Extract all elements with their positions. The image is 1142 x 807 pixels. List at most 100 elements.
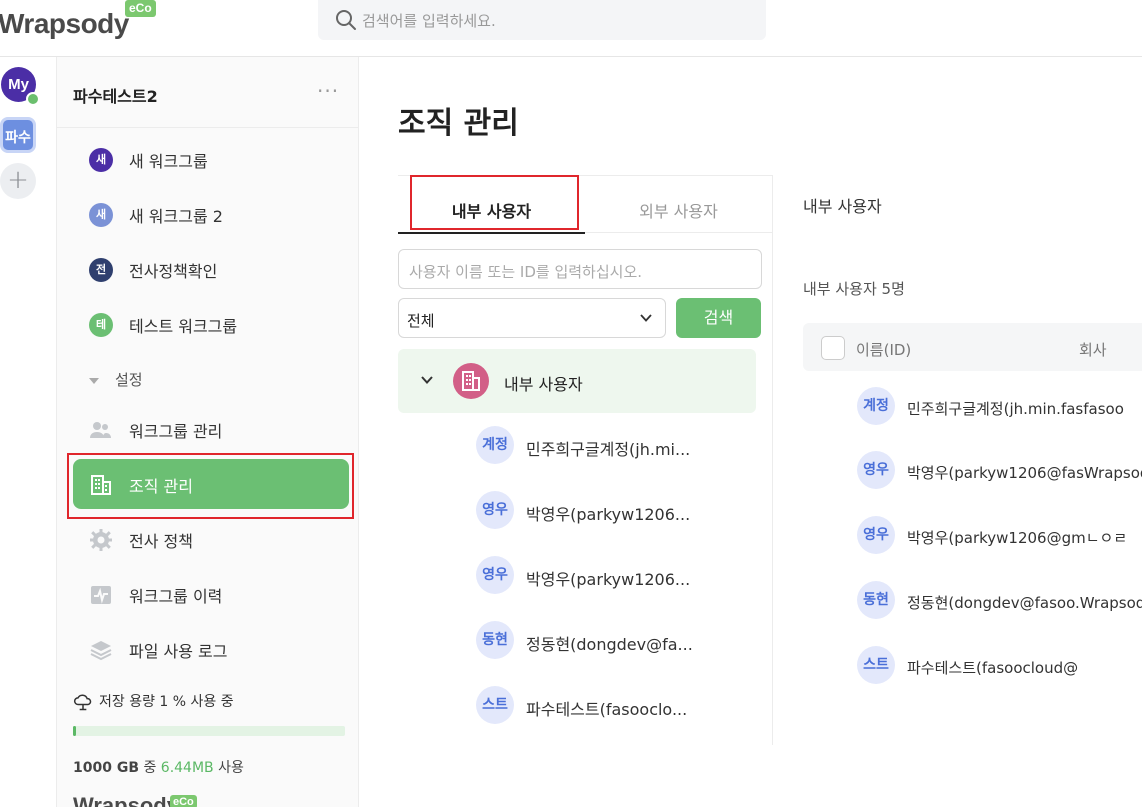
avatar: 스트 bbox=[857, 646, 895, 684]
global-search[interactable]: 검색어를 입력하세요. bbox=[318, 0, 766, 40]
storage-usage-detail: 1000 GB 중 6.44MB 사용 bbox=[73, 757, 244, 777]
logo-badge: eCo bbox=[125, 0, 156, 17]
sidebar-item-file-usage-log[interactable]: 파일 사용 로그 bbox=[73, 624, 349, 674]
workspace-button[interactable]: 파수 bbox=[0, 117, 36, 153]
org-tree-root-label: 내부 사용자 bbox=[504, 375, 583, 394]
column-header-company[interactable]: 회사 bbox=[1079, 339, 1107, 360]
storage-suffix: 사용 bbox=[213, 760, 244, 776]
user-name: 정동현(dongdev@fasoo.Wrapsod bbox=[907, 594, 1142, 612]
page-title: 조직 관리 bbox=[398, 106, 519, 141]
workgroup-badge: 전 bbox=[89, 258, 113, 282]
layers-icon bbox=[90, 641, 112, 661]
sidebar-item-company-policy[interactable]: 전사 정책 bbox=[73, 514, 349, 564]
footer-logo: Wrapsody bbox=[73, 793, 179, 807]
user-name: 박영우(parkyw1206@gmㄴㅇㄹ bbox=[907, 529, 1128, 547]
sidebar-item-label: 테스트 워크그룹 bbox=[129, 317, 238, 336]
avatar: 동현 bbox=[476, 621, 514, 659]
chevron-down-icon[interactable] bbox=[420, 373, 434, 387]
user-search-input[interactable]: 사용자 이름 또는 ID를 입력하십시오. bbox=[398, 249, 762, 289]
table-row[interactable]: 계정 민주희구글계정(jh.min.fasfasoo bbox=[857, 387, 1142, 427]
avatar: 영우 bbox=[857, 516, 895, 554]
workgroup-badge: 새 bbox=[89, 203, 113, 227]
sidebar-item-workgroup-management[interactable]: 워크그룹 관리 bbox=[73, 404, 349, 454]
activity-icon bbox=[91, 586, 111, 604]
panel-title: 내부 사용자 bbox=[803, 197, 882, 216]
column-header-name[interactable]: 이름(ID) bbox=[856, 339, 911, 360]
sidebar-item-workgroup-2[interactable]: 새 새 워크그룹 2 bbox=[73, 189, 349, 239]
top-bar: Wrapsody eCo 검색어를 입력하세요. bbox=[0, 0, 1142, 57]
sidebar-item-label: 워크그룹 이력 bbox=[129, 587, 223, 606]
user-name: 민주희구글계정(jh.min.fasfasoo bbox=[907, 400, 1124, 418]
sidebar-item-workgroup-history[interactable]: 워크그룹 이력 bbox=[73, 569, 349, 619]
logo-text: Wrapsody bbox=[0, 8, 129, 39]
search-button[interactable]: 검색 bbox=[676, 298, 761, 338]
home-icon bbox=[26, 92, 40, 106]
list-item[interactable]: 스트 파수테스트(fasooclo... bbox=[476, 686, 766, 726]
storage-separator: 중 bbox=[139, 760, 161, 776]
sidebar-item-workgroup-3[interactable]: 전 전사정책확인 bbox=[73, 244, 349, 294]
workgroup-badge: 새 bbox=[89, 148, 113, 172]
column-divider bbox=[772, 175, 773, 745]
tab-external-users[interactable]: 외부 사용자 bbox=[585, 176, 772, 234]
sidebar-item-workgroup-4[interactable]: 테 테스트 워크그룹 bbox=[73, 299, 349, 349]
more-icon[interactable]: ··· bbox=[317, 79, 339, 103]
sidebar: 파수테스트2 ··· 새 새 워크그룹 새 새 워크그룹 2 전 전사정책확인 … bbox=[57, 57, 359, 807]
user-name: 정동현(dongdev@fa... bbox=[526, 635, 693, 654]
table-row[interactable]: 동현 정동현(dongdev@fasoo.Wrapsod bbox=[857, 581, 1142, 621]
organization-icon bbox=[453, 363, 489, 399]
user-name: 민주희구글계정(jh.mi... bbox=[526, 440, 691, 459]
table-row[interactable]: 영우 박영우(parkyw1206@fasWrapsod bbox=[857, 451, 1142, 491]
footer-logo-badge: eCo bbox=[170, 795, 197, 807]
table-row[interactable]: 영우 박영우(parkyw1206@gmㄴㅇㄹ bbox=[857, 516, 1142, 556]
users-icon bbox=[90, 422, 111, 438]
sidebar-item-workgroup-1[interactable]: 새 새 워크그룹 bbox=[73, 134, 349, 184]
avatar: 영우 bbox=[476, 556, 514, 594]
department-select[interactable]: 전체 bbox=[398, 298, 666, 338]
table-header: 이름(ID) 회사 bbox=[803, 323, 1142, 371]
user-name: 박영우(parkyw1206... bbox=[526, 505, 691, 524]
workspace-title: 파수테스트2 bbox=[73, 87, 158, 106]
org-tree-root[interactable]: 내부 사용자 bbox=[398, 349, 756, 413]
user-name: 파수테스트(fasoocloud@ bbox=[907, 659, 1079, 677]
sidebar-item-label: 전사 정책 bbox=[129, 532, 193, 551]
cloud-storage-icon bbox=[74, 694, 92, 711]
avatar: 영우 bbox=[857, 451, 895, 489]
sidebar-item-label: 파일 사용 로그 bbox=[129, 642, 228, 661]
add-workspace-button[interactable]: + bbox=[0, 163, 36, 199]
highlight-box bbox=[67, 453, 354, 519]
avatar: 계정 bbox=[476, 426, 514, 464]
department-select-value: 전체 bbox=[407, 312, 435, 330]
sidebar-item-label: 전사정책확인 bbox=[129, 262, 218, 281]
list-item[interactable]: 영우 박영우(parkyw1206... bbox=[476, 491, 766, 531]
caret-down-icon bbox=[89, 377, 99, 384]
sidebar-item-label: 워크그룹 관리 bbox=[129, 422, 223, 441]
storage-progress-bar bbox=[73, 726, 345, 736]
chevron-down-icon bbox=[640, 314, 652, 322]
workspace-rail: My 파수 + bbox=[0, 57, 57, 807]
gear-icon bbox=[90, 529, 112, 551]
list-item[interactable]: 동현 정동현(dongdev@fa... bbox=[476, 621, 766, 661]
select-all-checkbox[interactable] bbox=[821, 336, 845, 360]
avatar: 영우 bbox=[476, 491, 514, 529]
user-count: 내부 사용자 5명 bbox=[803, 280, 905, 298]
storage-label: 저장 용량 1 % 사용 중 bbox=[73, 691, 234, 712]
avatar: 동현 bbox=[857, 581, 895, 619]
divider bbox=[57, 127, 359, 128]
storage-usage-text: 저장 용량 1 % 사용 중 bbox=[99, 694, 234, 710]
table-row[interactable]: 스트 파수테스트(fasoocloud@ bbox=[857, 646, 1142, 686]
user-name: 파수테스트(fasooclo... bbox=[526, 700, 688, 719]
global-search-placeholder: 검색어를 입력하세요. bbox=[362, 12, 496, 30]
settings-section-label: 설정 bbox=[115, 371, 143, 389]
list-item[interactable]: 계정 민주희구글계정(jh.mi... bbox=[476, 426, 766, 466]
highlight-box bbox=[410, 175, 579, 230]
sidebar-item-label: 새 워크그룹 bbox=[129, 152, 208, 171]
user-name: 박영우(parkyw1206@fasWrapsod bbox=[907, 464, 1142, 482]
avatar: 스트 bbox=[476, 686, 514, 724]
settings-section-toggle[interactable]: 설정 bbox=[89, 369, 143, 390]
workgroup-badge: 테 bbox=[89, 313, 113, 337]
list-item[interactable]: 영우 박영우(parkyw1206... bbox=[476, 556, 766, 596]
sidebar-item-label: 새 워크그룹 2 bbox=[129, 207, 223, 226]
storage-used: 6.44MB bbox=[160, 760, 214, 776]
storage-progress-fill bbox=[73, 726, 76, 736]
search-icon bbox=[336, 10, 356, 30]
